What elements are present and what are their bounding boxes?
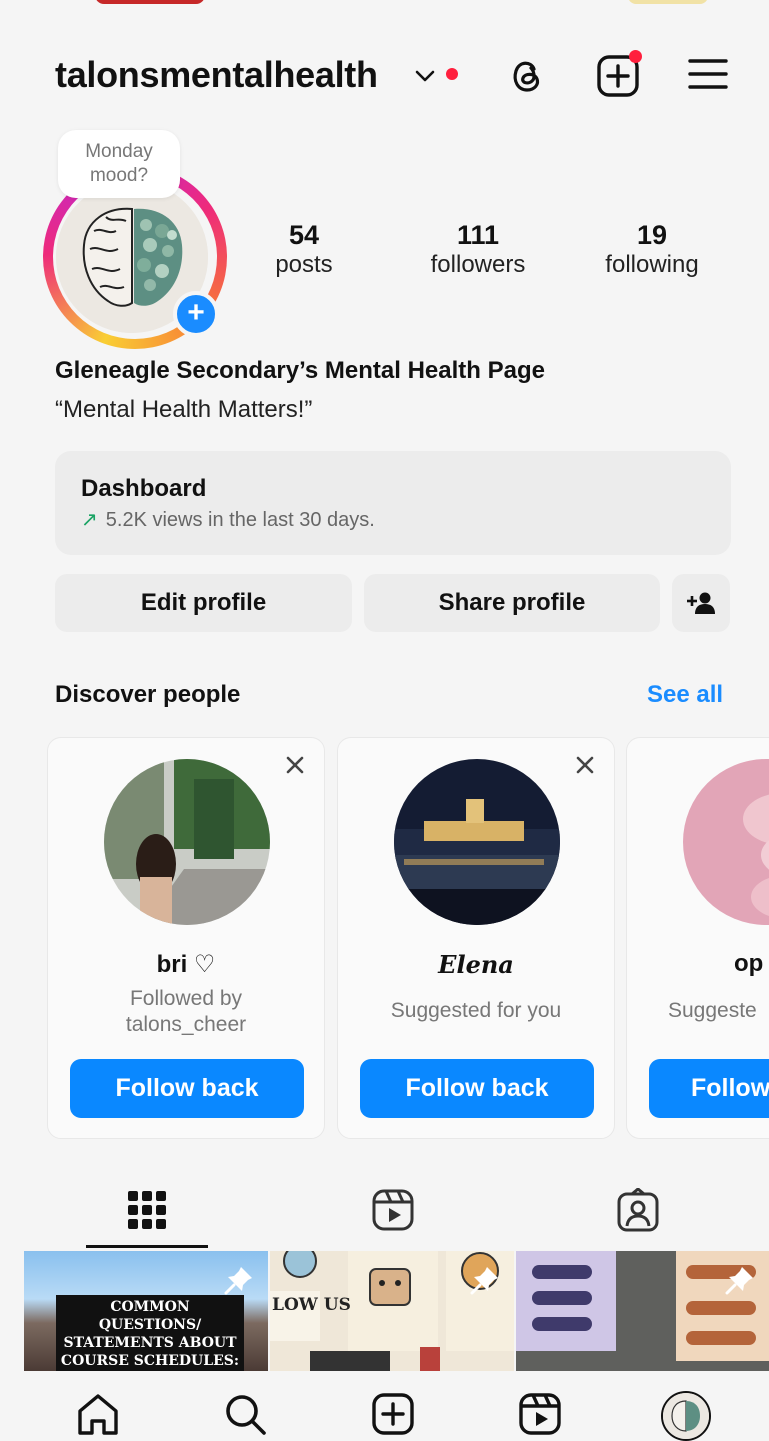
bio-display-name: Gleneagle Secondary’s Mental Health Page [55, 357, 545, 384]
suggestion-context: Followed by talons_cheer [125, 987, 247, 1036]
suggestion-name[interactable]: Elena [338, 950, 614, 979]
search-icon[interactable] [222, 1391, 268, 1437]
follow-back-button[interactable]: Follow back [70, 1059, 304, 1118]
pin-icon [725, 1267, 753, 1295]
followers-value: 111 [456, 220, 500, 250]
suggestion-card[interactable]: op Suggeste Follow [626, 737, 769, 1139]
following-value: 19 [636, 220, 668, 250]
suggestion-card[interactable]: bri ♡ Followed by talons_cheer Follow ba… [47, 737, 325, 1139]
add-story-button[interactable]: + [173, 291, 219, 337]
dashboard-views: 5.2K views in the last 30 days. [105, 509, 375, 531]
add-person-icon [687, 592, 715, 614]
followers-label: followers [430, 251, 526, 278]
discover-people-title: Discover people [55, 681, 241, 708]
bottom-navigation [0, 1371, 769, 1441]
bio-text: “Mental Health Matters!” [55, 396, 313, 423]
follow-back-button[interactable]: Follow back [360, 1059, 594, 1118]
follow-button[interactable]: Follow [649, 1059, 769, 1118]
posts-grid: COMMON QUESTIONS/ STATEMENTS ABOUT COURS… [24, 1251, 769, 1371]
professional-dashboard[interactable]: Dashboard ↗ 5.2K views in the last 30 day… [55, 451, 731, 555]
suggestion-avatar[interactable] [394, 759, 560, 925]
close-icon[interactable] [284, 754, 306, 776]
following-label: following [605, 251, 699, 278]
suggestion-context: Suggested for you [390, 999, 562, 1022]
reels-nav-icon[interactable] [517, 1391, 563, 1437]
status-bar-remnant [0, 0, 769, 10]
profile-header: talonsmentalhealth [0, 40, 769, 110]
edit-profile-button[interactable]: Edit profile [55, 574, 352, 632]
share-profile-button[interactable]: Share profile [364, 574, 660, 632]
posts-count[interactable]: 54 posts [262, 220, 346, 280]
post-overlay-text: LOW US [272, 1295, 351, 1315]
suggestion-card[interactable]: Elena Suggested for you Follow back [337, 737, 615, 1139]
post-thumbnail[interactable]: LOW US [270, 1251, 514, 1371]
note-bubble[interactable]: Monday mood? [58, 130, 180, 198]
pin-icon [224, 1267, 252, 1295]
reels-icon[interactable] [371, 1188, 415, 1232]
create-notification-dot [629, 50, 642, 63]
hamburger-menu-icon[interactable] [688, 57, 728, 91]
suggestion-name[interactable]: bri ♡ [48, 950, 324, 979]
post-overlay-text: COMMON QUESTIONS/ STATEMENTS ABOUT COURS… [56, 1295, 244, 1371]
trend-up-icon: ↗ [81, 509, 98, 531]
close-icon[interactable] [574, 754, 596, 776]
recording-indicator [95, 0, 205, 4]
dashboard-title: Dashboard [81, 475, 207, 502]
suggestion-name[interactable]: op [627, 950, 769, 978]
create-post-button[interactable] [596, 50, 642, 98]
post-thumbnail[interactable]: COMMON QUESTIONS/ STATEMENTS ABOUT COURS… [24, 1251, 268, 1371]
dashboard-subtitle: ↗ 5.2K views in the last 30 days. [81, 507, 375, 532]
posts-value: 54 [288, 220, 320, 250]
see-all-link[interactable]: See all [647, 681, 723, 709]
create-icon[interactable] [370, 1391, 416, 1437]
content-tabs [0, 1180, 769, 1250]
pin-icon [470, 1267, 498, 1295]
post-thumbnail[interactable] [516, 1251, 769, 1371]
suggestion-avatar[interactable] [683, 759, 769, 925]
username-switcher[interactable]: talonsmentalhealth [55, 54, 378, 96]
status-pill [628, 0, 708, 4]
tagged-icon[interactable] [616, 1188, 660, 1232]
following-count[interactable]: 19 following [592, 220, 712, 280]
home-icon[interactable] [75, 1391, 121, 1437]
threads-icon[interactable] [507, 55, 547, 95]
profile-nav-avatar[interactable] [661, 1391, 711, 1441]
suggestion-avatar[interactable] [104, 759, 270, 925]
posts-label: posts [275, 251, 333, 278]
chevron-down-icon[interactable] [414, 66, 436, 86]
suggestion-context: Suggeste [668, 999, 757, 1022]
discover-people-button[interactable] [672, 574, 730, 632]
followers-count[interactable]: 111 followers [418, 220, 538, 280]
active-tab-indicator [86, 1245, 208, 1248]
grid-icon[interactable] [127, 1190, 167, 1230]
notification-dot [446, 68, 458, 80]
